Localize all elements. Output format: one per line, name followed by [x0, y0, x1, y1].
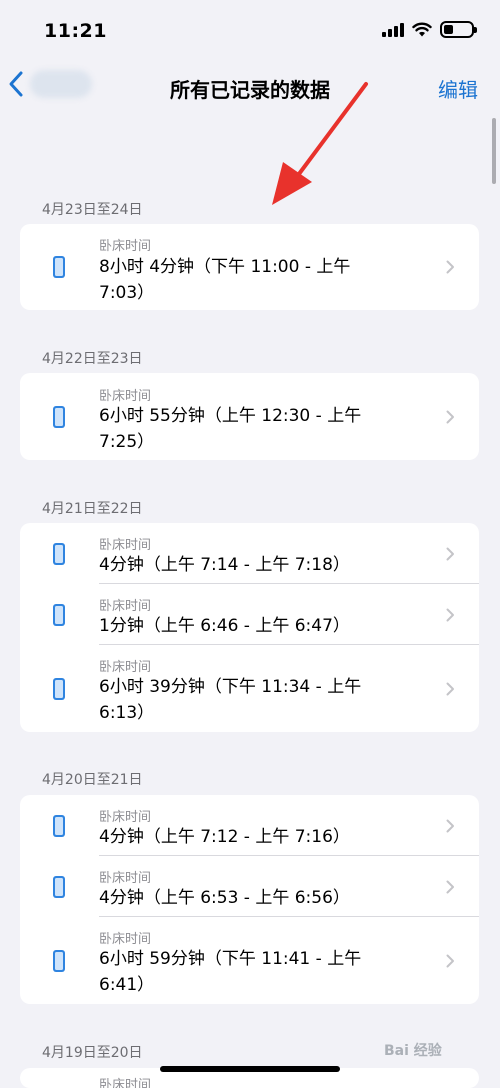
chevron-right-icon	[446, 260, 454, 274]
record-group: 卧床时间 4分钟（上午 7:14 - 上午 7:18） 卧床时间 1分钟（上午 …	[20, 523, 479, 732]
row-value-line: 7:25）	[99, 432, 155, 452]
row-value-line: 7:03）	[99, 283, 155, 303]
cellular-signal-icon	[382, 22, 404, 37]
record-row[interactable]: 卧床时间 1分钟（上午 6:46 - 上午 6:47）	[20, 584, 479, 645]
chevron-right-icon	[446, 608, 454, 621]
iphone-icon	[53, 256, 65, 278]
record-row[interactable]: 卧床时间 6小时 59分钟（下午 11:41 - 上午 6:41）	[20, 917, 479, 1004]
row-value-line: 6小时 59分钟（下午 11:41 - 上午	[99, 949, 362, 969]
chevron-right-icon	[446, 682, 454, 695]
row-value-line: 6:41）	[99, 975, 155, 995]
chevron-right-icon	[446, 410, 454, 423]
battery-level	[444, 25, 453, 34]
page-title: 所有已记录的数据	[170, 78, 330, 102]
row-category: 卧床时间	[99, 660, 152, 675]
row-category: 卧床时间	[99, 389, 152, 404]
chevron-right-icon	[446, 880, 454, 893]
iphone-icon	[53, 542, 65, 565]
row-value: 4分钟（上午 7:14 - 上午 7:18）	[99, 552, 399, 578]
row-value: 6小时 39分钟（下午 11:34 - 上午 6:13）	[99, 674, 399, 726]
row-category: 卧床时间	[99, 1078, 152, 1088]
row-value: 6小时 59分钟（下午 11:41 - 上午 6:41）	[99, 946, 399, 998]
section-header: 4月23日至24日	[42, 202, 143, 218]
row-value: 1分钟（上午 6:46 - 上午 6:47）	[99, 613, 399, 639]
row-category: 卧床时间	[99, 239, 152, 254]
iphone-icon	[53, 603, 65, 626]
section-header: 4月21日至22日	[42, 501, 143, 517]
record-group: 卧床时间 8小时 4分钟（下午 11:00 - 上午 7:03）	[20, 224, 479, 310]
section-header: 4月22日至23日	[42, 351, 143, 367]
row-value-line: 6:13）	[99, 703, 155, 723]
record-row[interactable]: 卧床时间 8小时 4分钟（下午 11:00 - 上午 7:03）	[20, 224, 479, 310]
home-indicator[interactable]	[160, 1066, 340, 1072]
status-time: 11:21	[44, 20, 107, 42]
record-row[interactable]: 卧床时间 4分钟（上午 6:53 - 上午 6:56）	[20, 856, 479, 917]
iphone-icon	[53, 814, 65, 837]
watermark-logo: Bai 经验	[384, 1043, 442, 1059]
row-value: 4分钟（上午 7:12 - 上午 7:16）	[99, 824, 399, 850]
chevron-right-icon	[446, 954, 454, 967]
record-row[interactable]: 卧床时间 6小时 39分钟（下午 11:34 - 上午 6:13）	[20, 645, 479, 732]
section-header: 4月20日至21日	[42, 772, 143, 788]
row-category: 卧床时间	[99, 538, 152, 553]
iphone-icon	[53, 677, 65, 700]
row-value: 8小时 4分钟（下午 11:00 - 上午 7:03）	[99, 254, 399, 306]
row-category: 卧床时间	[99, 871, 152, 886]
wifi-icon	[412, 22, 432, 37]
row-category: 卧床时间	[99, 810, 152, 825]
record-row[interactable]: 卧床时间 4分钟（上午 7:14 - 上午 7:18）	[20, 523, 479, 584]
record-group: 卧床时间 6小时 55分钟（上午 12:30 - 上午 7:25）	[20, 373, 479, 460]
scroll-indicator[interactable]	[492, 118, 496, 184]
row-value-line: 1分钟（上午 6:46 - 上午 6:47）	[99, 616, 350, 636]
status-bar: 11:21	[0, 0, 500, 62]
row-category: 卧床时间	[99, 599, 152, 614]
record-row[interactable]: 卧床时间 6小时 55分钟（上午 12:30 - 上午 7:25）	[20, 373, 479, 460]
iphone-icon	[53, 875, 65, 898]
row-category: 卧床时间	[99, 932, 152, 947]
row-value: 4分钟（上午 6:53 - 上午 6:56）	[99, 885, 399, 911]
section-header: 4月19日至20日	[42, 1045, 143, 1061]
row-value-line: 4分钟（上午 6:53 - 上午 6:56）	[99, 888, 350, 908]
row-value-line: 6小时 55分钟（上午 12:30 - 上午	[99, 406, 362, 426]
row-value-line: 8小时 4分钟（下午 11:00 - 上午	[99, 257, 351, 277]
iphone-icon	[53, 405, 65, 428]
record-group: 卧床时间 4分钟（上午 7:12 - 上午 7:16） 卧床时间 4分钟（上午 …	[20, 795, 479, 1004]
chevron-right-icon	[446, 819, 454, 832]
battery-icon	[440, 21, 477, 38]
chevron-right-icon	[446, 547, 454, 560]
record-row[interactable]: 卧床时间 4分钟（上午 7:12 - 上午 7:16）	[20, 795, 479, 856]
row-value: 6小时 55分钟（上午 12:30 - 上午 7:25）	[99, 403, 399, 455]
status-icons	[382, 21, 477, 38]
edit-button[interactable]: 编辑	[438, 74, 478, 103]
iphone-icon	[53, 949, 65, 972]
row-value-line: 4分钟（上午 7:14 - 上午 7:18）	[99, 555, 350, 575]
row-value-line: 6小时 39分钟（下午 11:34 - 上午	[99, 677, 362, 697]
nav-bar: 所有已记录的数据 编辑	[0, 62, 500, 116]
row-value-line: 4分钟（上午 7:12 - 上午 7:16）	[99, 827, 350, 847]
